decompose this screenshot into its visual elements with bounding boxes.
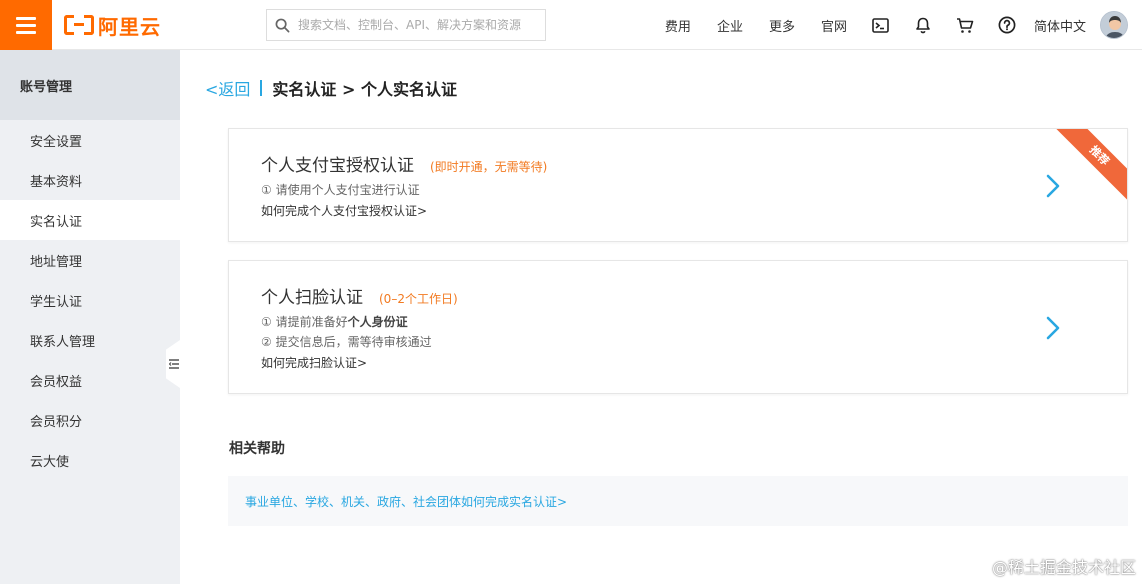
sidebar-item-student[interactable]: 学生认证 — [0, 280, 180, 320]
card-step: ② 提交信息后，需等待审核通过 — [261, 335, 432, 349]
card-tag: (0–2个工作日) — [379, 292, 458, 306]
card-help-link[interactable]: 如何完成个人支付宝授权认证> — [261, 202, 427, 219]
related-help-title: 相关帮助 — [229, 441, 285, 457]
page-title: 实名认证 > 个人实名认证 — [272, 80, 457, 99]
top-nav: 费用 企业 更多 官网 简体中文 — [652, 0, 1142, 50]
sidebar-item-security[interactable]: 安全设置 — [0, 120, 180, 160]
global-search[interactable] — [266, 9, 546, 41]
main-content: <返回 实名认证 > 个人实名认证 个人支付宝授权认证 (即时开通，无需等待) … — [180, 50, 1142, 584]
menu-bar — [16, 16, 36, 20]
alipay-verification-card[interactable]: 个人支付宝授权认证 (即时开通，无需等待) ① 请使用个人支付宝进行认证 如何完… — [228, 128, 1128, 242]
help-icon[interactable] — [986, 0, 1028, 50]
breadcrumb-divider — [260, 80, 263, 96]
card-step: ① 请提前准备好个人身份证 — [261, 313, 408, 330]
chevron-right-icon[interactable] — [1045, 315, 1061, 341]
menu-bar — [16, 30, 36, 34]
card-step: ① 请使用个人支付宝进行认证 — [261, 183, 420, 197]
search-icon — [275, 18, 290, 32]
sidebar-item-ambassador[interactable]: 云大使 — [0, 440, 180, 480]
sidebar-title: 账号管理 — [0, 50, 180, 120]
search-input[interactable] — [298, 18, 538, 32]
sidebar-item-member-benefits[interactable]: 会员权益 — [0, 360, 180, 400]
watermark: @稀土掘金技术社区 — [991, 558, 1136, 577]
aliyun-logo[interactable]: 阿里云 — [64, 13, 161, 39]
card-step-text: ① 请提前准备好 — [261, 315, 348, 329]
menu-bar — [16, 23, 36, 27]
sidebar-item-contacts[interactable]: 联系人管理 — [0, 320, 180, 360]
face-scan-verification-card[interactable]: 个人扫脸认证 (0–2个工作日) ① 请提前准备好个人身份证 ② 提交信息后，需… — [228, 260, 1128, 394]
sidebar-item-profile[interactable]: 基本资料 — [0, 160, 180, 200]
sidebar-menu: 安全设置 基本资料 实名认证 地址管理 学生认证 联系人管理 会员权益 会员积分… — [0, 120, 180, 480]
card-step-bold: 个人身份证 — [347, 315, 408, 329]
help-link[interactable]: 事业单位、学校、机关、政府、社会团体如何完成实名认证> — [245, 493, 567, 510]
top-header: 阿里云 费用 企业 更多 官网 — [0, 0, 1142, 50]
card-title-text: 个人支付宝授权认证 — [261, 156, 414, 176]
user-avatar[interactable] — [1100, 11, 1128, 39]
nav-enterprise[interactable]: 企业 — [704, 16, 756, 35]
card-help-link[interactable]: 如何完成扫脸认证> — [261, 354, 367, 371]
back-link[interactable]: <返回 — [205, 76, 250, 100]
sidebar-item-verification[interactable]: 实名认证 — [0, 200, 180, 240]
language-switcher[interactable]: 简体中文 — [1028, 16, 1100, 35]
nav-fees[interactable]: 费用 — [652, 16, 704, 35]
bell-icon[interactable] — [902, 0, 944, 50]
related-help-box: 事业单位、学校、机关、政府、社会团体如何完成实名认证> — [228, 476, 1128, 526]
nav-more[interactable]: 更多 — [756, 16, 808, 35]
card-title-text: 个人扫脸认证 — [261, 288, 363, 308]
card-title: 个人支付宝授权认证 (即时开通，无需等待) — [261, 151, 547, 176]
sidebar: 账号管理 安全设置 基本资料 实名认证 地址管理 学生认证 联系人管理 会员权益… — [0, 50, 180, 584]
card-title: 个人扫脸认证 (0–2个工作日) — [261, 283, 458, 308]
nav-official-site[interactable]: 官网 — [808, 16, 860, 35]
chevron-right-icon[interactable] — [1045, 173, 1061, 199]
breadcrumb: <返回 实名认证 > 个人实名认证 — [205, 76, 457, 100]
sidebar-item-address[interactable]: 地址管理 — [0, 240, 180, 280]
logo-text: 阿里云 — [98, 14, 161, 39]
cart-icon[interactable] — [944, 0, 986, 50]
card-tag: (即时开通，无需等待) — [430, 160, 548, 174]
aliyun-logo-icon — [64, 15, 94, 35]
terminal-icon[interactable] — [860, 0, 902, 50]
hamburger-menu-button[interactable] — [0, 0, 52, 50]
sidebar-item-member-points[interactable]: 会员积分 — [0, 400, 180, 440]
collapse-icon — [169, 359, 179, 369]
